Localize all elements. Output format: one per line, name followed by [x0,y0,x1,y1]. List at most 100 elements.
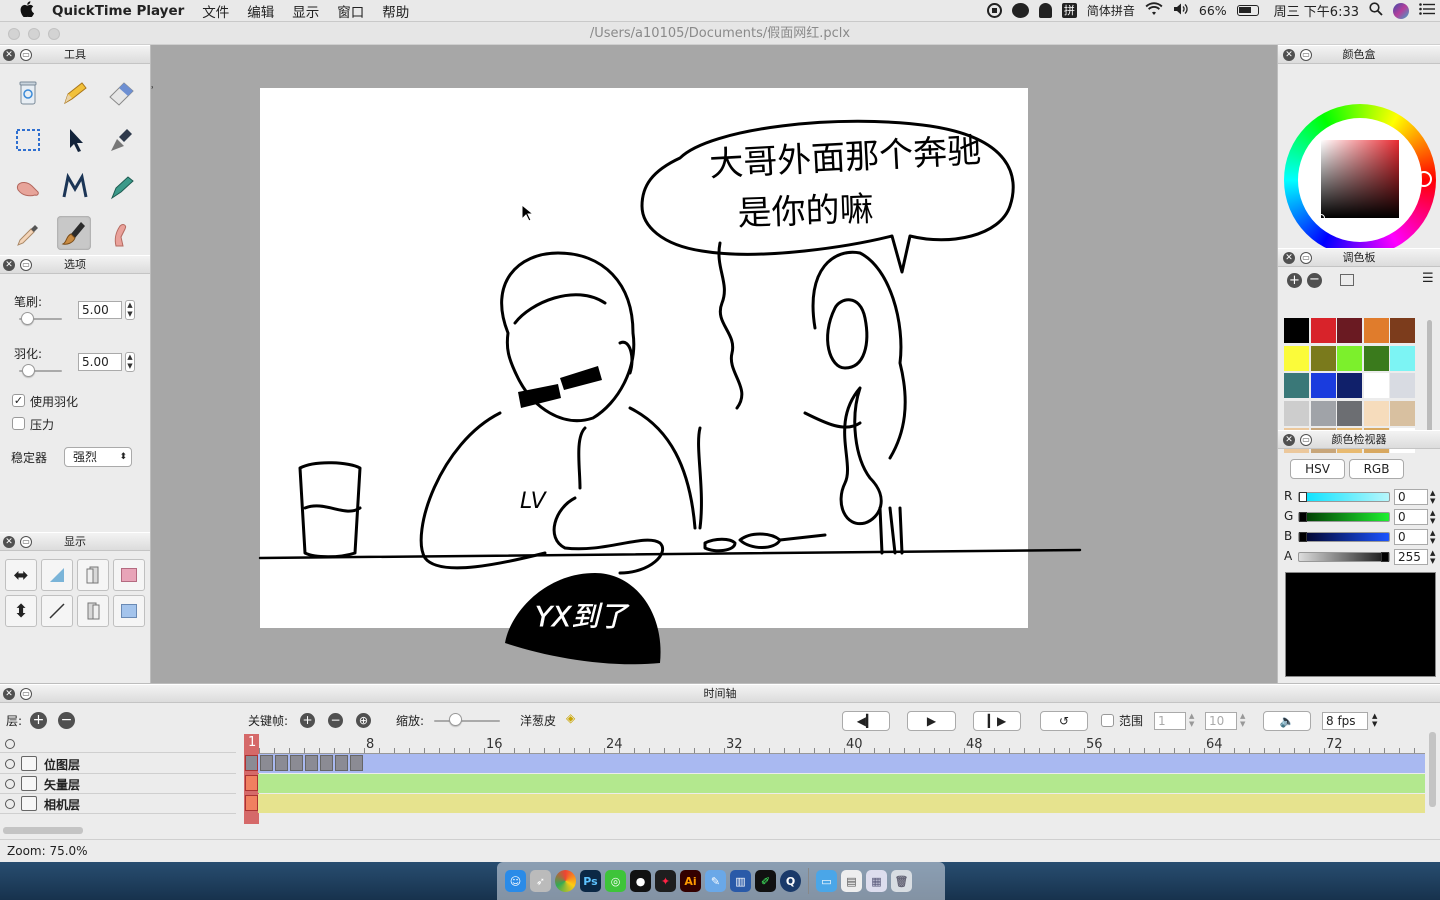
keyframe-cell[interactable] [305,755,318,771]
close-panel-icon[interactable]: ✕ [3,688,15,700]
launchpad-rocket-icon[interactable]: ➶ [530,870,551,892]
wechat-dock-icon[interactable]: ◎ [605,870,626,892]
pressure-checkbox[interactable] [12,417,25,430]
next-frame-button[interactable]: ▎▶ [973,711,1021,731]
use-feather-checkbox[interactable]: ✓ [12,394,25,407]
remove-color-icon[interactable]: − [1307,273,1322,288]
keyframe-cell[interactable] [335,755,348,771]
minimize-window-button[interactable] [28,28,40,40]
feather-slider-knob[interactable] [22,364,35,377]
sound-toggle-button[interactable]: 🔈 [1263,711,1311,731]
range-end-stepper[interactable]: ▲ ▼ [1240,712,1245,728]
close-panel-icon[interactable]: ✕ [3,49,15,61]
alpha-slider[interactable] [1298,552,1390,562]
palette-swatch[interactable] [1390,373,1415,398]
close-panel-icon[interactable]: ✕ [1283,252,1295,264]
zoom-window-button[interactable] [48,28,60,40]
feather-field[interactable]: 5.00 [78,353,122,371]
float-panel-icon[interactable]: ▭ [1300,252,1312,264]
keyframe-cell[interactable] [320,755,333,771]
wifi-icon[interactable] [1145,1,1163,20]
layer-visibility-icon[interactable] [5,799,15,809]
select-tool[interactable] [11,123,45,157]
onion-skin-toggle-icon[interactable]: ◈ [566,711,575,725]
chrome-icon[interactable] [555,870,576,892]
palette-menu-icon[interactable]: ☰ [1422,271,1434,286]
blue-slider[interactable] [1298,532,1390,542]
pen-tool[interactable] [104,123,138,157]
color-wheel[interactable] [1284,104,1436,256]
display-panel-header[interactable]: ✕ ▭ 显示 [0,532,150,551]
saturation-value-square[interactable] [1321,140,1399,218]
all-layers-eye-icon[interactable] [5,739,15,749]
palette-panel-header[interactable]: ✕ ▭ 调色板 [1278,248,1440,267]
thin-lines-button[interactable] [41,595,73,627]
palette-scrollbar[interactable] [1427,320,1432,442]
alpha-value-field[interactable]: 255 [1394,549,1428,565]
hue-handle[interactable] [1416,171,1432,187]
close-window-button[interactable] [8,28,20,40]
folder-icon[interactable]: ▭ [816,870,837,892]
options-panel-header[interactable]: ✕ ▭ 选项 [0,255,150,274]
float-panel-icon[interactable]: ▭ [20,536,32,548]
prev-frame-button[interactable]: ◀▎ [842,711,890,731]
onion-next-button[interactable] [77,595,109,627]
green-slider[interactable] [1298,512,1390,522]
float-panel-icon[interactable]: ▭ [1300,434,1312,446]
range-start-field[interactable]: 1 [1154,712,1186,730]
smudge-tool[interactable] [58,170,92,204]
downloads-stack-icon[interactable]: ▦ [866,870,887,892]
close-panel-icon[interactable]: ✕ [3,259,15,271]
volume-icon[interactable] [1173,2,1189,20]
palette-swatch[interactable] [1310,345,1336,371]
app-name-menu[interactable]: QuickTime Player [43,3,193,19]
record-status-icon[interactable] [986,3,1002,18]
onion-color-prev-button[interactable] [113,559,145,591]
layer-track[interactable] [258,794,1425,813]
flip-vertical-button[interactable]: ⬍ [5,595,37,627]
notification-center-icon[interactable] [1419,2,1435,19]
brush-size-stepper[interactable]: ▲ ▼ [125,300,135,320]
blue-stepper[interactable]: ▲ ▼ [1430,529,1435,545]
photoshop-icon[interactable]: Ps [580,870,601,892]
eraser-tool[interactable] [104,76,138,110]
keyframe-cell[interactable] [275,755,288,771]
remove-keyframe-icon[interactable]: − [328,713,343,728]
hand-tool[interactable] [11,170,45,204]
close-panel-icon[interactable]: ✕ [1283,49,1295,61]
keyframe-cell[interactable] [245,775,258,791]
palette-swatch[interactable] [1284,345,1309,371]
float-panel-icon[interactable]: ▭ [1300,49,1312,61]
duplicate-keyframe-icon[interactable]: ⊕ [356,713,371,728]
timeline-zoom-knob[interactable] [449,713,462,726]
keyframe-cell[interactable] [245,755,258,771]
spotlight-search-icon[interactable] [1369,1,1383,20]
brush-size-slider-knob[interactable] [21,312,34,325]
range-end-field[interactable]: 10 [1205,712,1237,730]
palette-swatch[interactable] [1390,345,1415,371]
menu-file[interactable]: 文件 [193,1,238,21]
sv-handle[interactable] [1317,214,1325,222]
trash-icon[interactable]: 🗑 [891,870,912,892]
palette-swatch[interactable] [1337,373,1362,398]
menu-edit[interactable]: 编辑 [238,1,283,21]
outline-mode-button[interactable] [41,559,73,591]
palette-swatch[interactable] [1390,400,1415,426]
green-value-field[interactable]: 0 [1394,509,1428,525]
palette-swatch[interactable] [1284,373,1309,398]
add-layer-icon[interactable]: + [30,712,47,729]
green-stepper[interactable]: ▲ ▼ [1430,509,1435,525]
keyframe-cell[interactable] [245,795,258,811]
range-start-stepper[interactable]: ▲ ▼ [1189,712,1194,728]
remove-layer-icon[interactable]: − [58,712,75,729]
drawing-app-icon[interactable]: ✐ [755,870,776,892]
illustrator-icon[interactable]: Ai [680,870,701,892]
input-method-label[interactable]: 简体拼音 [1087,2,1135,19]
palette-swatch[interactable] [1363,400,1389,426]
palette-swatch[interactable] [1284,318,1309,343]
blue-value-field[interactable]: 0 [1394,529,1428,545]
keyframe-cell[interactable] [260,755,273,771]
bucket-tool[interactable] [104,217,138,251]
alpha-stepper[interactable]: ▲ ▼ [1430,549,1435,565]
layer-track[interactable] [258,774,1425,793]
